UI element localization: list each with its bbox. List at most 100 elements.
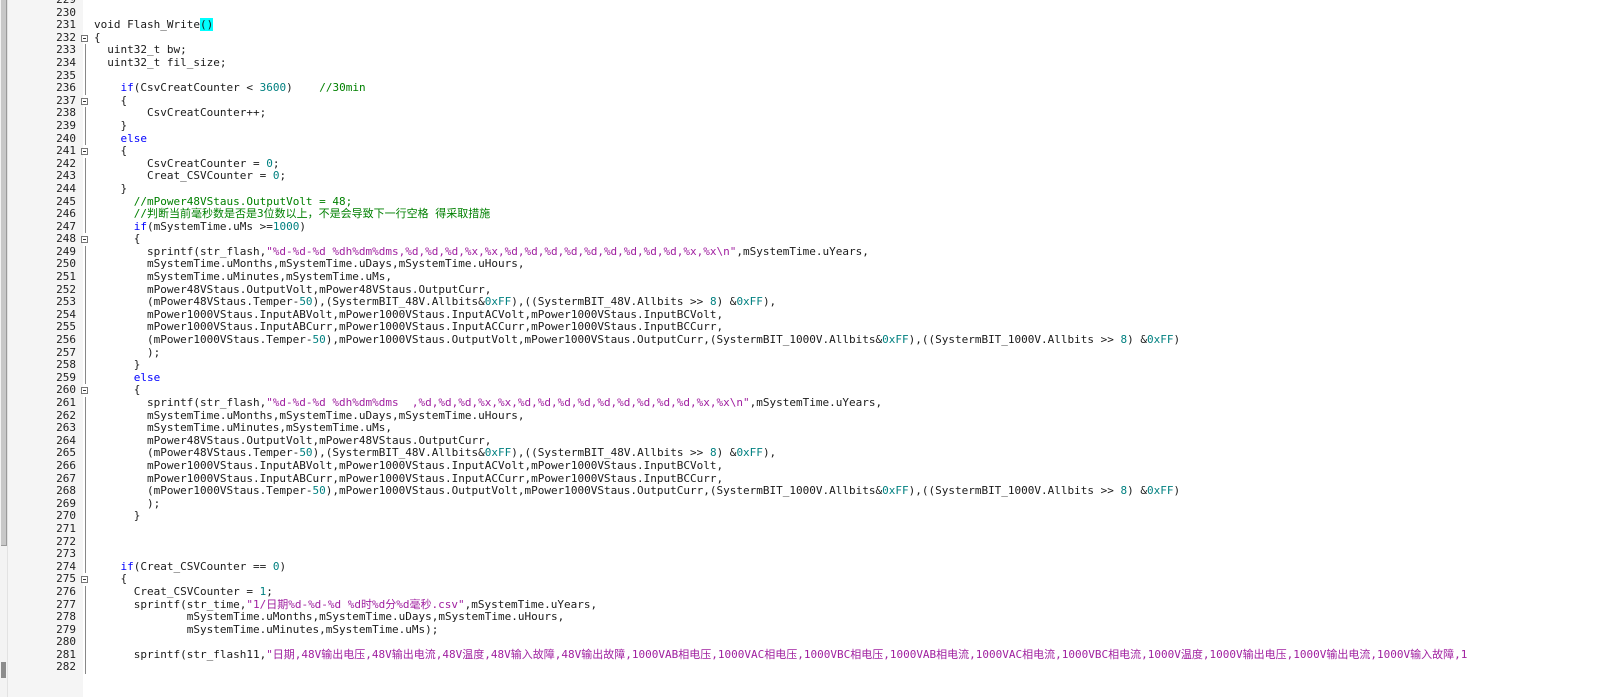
code-token: ; <box>272 156 280 170</box>
code-token: (mPower48VStaus.Temper- <box>94 295 300 309</box>
code-token: { <box>94 30 101 44</box>
code-token: ); <box>94 496 161 510</box>
code-line[interactable]: 229 <box>8 0 1614 7</box>
code-token: ) & <box>1127 333 1148 347</box>
code-line[interactable]: 268 (mPower1000VStaus.Temper-50),mPower1… <box>8 484 1614 498</box>
fold-guide-line <box>85 283 86 297</box>
code-line[interactable]: 281 sprintf(str_flash11,"日期,48V输出电压,48V输… <box>8 648 1614 662</box>
code-token: { <box>94 93 128 107</box>
code-line[interactable]: 274 if(Creat_CSVCounter == 0) <box>8 559 1614 574</box>
keyword-token: if <box>120 559 134 573</box>
fold-collapse-icon[interactable] <box>81 236 88 244</box>
line-number: 258 <box>56 358 76 372</box>
line-number: 268 <box>56 484 76 498</box>
code-text: (mPower1000VStaus.Temper-50),mPower1000V… <box>94 333 1180 347</box>
code-line[interactable]: 256 (mPower1000VStaus.Temper-50),mPower1… <box>8 333 1614 347</box>
fold-guide-line <box>85 447 86 460</box>
code-line[interactable]: 233 uint32_t bw; <box>8 44 1614 57</box>
code-token: ),((SystermBIT_1000V.Allbits >> <box>908 484 1121 498</box>
scrollbar-down-arrow[interactable] <box>1 662 6 678</box>
fold-guide-line <box>85 182 86 196</box>
code-token: sprintf(str_flash, <box>94 396 267 409</box>
fold-collapse-icon[interactable] <box>81 387 88 395</box>
code-token: CsvCreatCounter++; <box>94 106 267 120</box>
code-token: uint32_t bw; <box>94 43 187 57</box>
number-token: 1000 <box>272 219 300 233</box>
code-line[interactable]: 259 else <box>8 371 1614 385</box>
fold-guide-line <box>85 585 86 599</box>
code-token: mSystemTime.uMinutes,mSystemTime.uMs); <box>94 622 439 636</box>
code-token: void Flash_Write <box>94 18 200 32</box>
code-line[interactable]: 247 if(mSystemTime.uMs >=1000) <box>8 219 1614 234</box>
code-token: ; <box>279 169 287 183</box>
brace-match-highlight: () <box>199 18 214 32</box>
line-number: 246 <box>56 207 76 221</box>
code-token: ) <box>299 219 306 233</box>
line-number: 256 <box>56 333 76 347</box>
line-number: 273 <box>56 547 76 561</box>
code-token: } <box>94 358 141 372</box>
scrollbar-thumb[interactable] <box>1 0 7 546</box>
code-token: mPower1000VStaus.InputABVolt,mPower1000V… <box>94 458 724 472</box>
fold-collapse-icon[interactable] <box>81 97 88 105</box>
number-token: 8 <box>709 446 717 460</box>
code-token: ); <box>94 345 161 359</box>
code-token: ,mSystemTime.uYears, <box>736 244 869 258</box>
code-token: mSystemTime.uMonths,mSystemTime.uDays,mS… <box>94 610 565 624</box>
code-line[interactable]: 230 <box>8 6 1614 20</box>
comment-token: //30min <box>319 81 366 95</box>
fold-collapse-icon[interactable] <box>81 576 88 584</box>
fold-guide-line <box>85 472 86 486</box>
code-line[interactable]: 239 } <box>8 119 1614 133</box>
code-line[interactable]: 234 uint32_t fil_size; <box>8 55 1614 70</box>
code-token: mPower1000VStaus.InputABCurr,mPower1000V… <box>94 471 724 485</box>
string-token: "%d-%d-%d %dh%dm%dms ,%d,%d,%d,%x,%x,%d,… <box>266 396 750 409</box>
code-lines: 229230231 void Flash_Write()232{233 uint3… <box>8 0 1614 675</box>
code-line[interactable]: 271 <box>8 522 1614 536</box>
code-token: ) & <box>1127 484 1148 498</box>
fold-guide-line <box>85 334 86 347</box>
code-line[interactable]: 282 <box>8 661 1614 675</box>
number-token: 50 <box>312 484 326 498</box>
fold-guide-line <box>85 497 86 511</box>
code-line[interactable]: 238 CsvCreatCounter++; <box>8 107 1614 120</box>
code-line[interactable]: 269 ); <box>8 496 1614 511</box>
code-line[interactable]: 243 Creat_CSVCounter = 0; <box>8 170 1614 183</box>
fold-guide-line <box>85 409 86 423</box>
code-text: mSystemTime.uMinutes,mSystemTime.uMs); <box>94 622 439 637</box>
fold-guide-line <box>85 157 86 171</box>
line-number: 236 <box>56 81 76 95</box>
code-text: } <box>94 510 141 523</box>
fold-collapse-icon[interactable] <box>81 148 88 156</box>
fold-guide-line <box>85 510 86 523</box>
code-token: } <box>94 181 128 195</box>
fold-guide-line <box>85 56 86 70</box>
fold-collapse-icon[interactable] <box>81 34 88 42</box>
code-token: ),((SystermBIT_48V.Allbits >> <box>511 446 710 460</box>
code-line[interactable]: 279 mSystemTime.uMinutes,mSystemTime.uMs… <box>8 622 1614 637</box>
code-line[interactable]: 232{ <box>8 30 1614 45</box>
code-token: ),(SystermBIT_48V.Allbits& <box>312 295 485 309</box>
code-line[interactable]: 272 <box>8 535 1614 549</box>
vertical-scrollbar[interactable] <box>0 0 8 697</box>
line-number: 234 <box>56 55 76 69</box>
code-line[interactable]: 257 ); <box>8 345 1614 360</box>
fold-guide-line <box>85 271 86 284</box>
fold-guide-line <box>85 611 86 624</box>
code-token: CsvCreatCounter = <box>94 156 267 170</box>
line-number: 261 <box>56 396 76 409</box>
code-line[interactable]: 240 else <box>8 132 1614 146</box>
number-token: 0xFF <box>1147 484 1174 498</box>
code-line[interactable]: 236 if(CsvCreatCounter < 3600) //30min <box>8 81 1614 95</box>
number-token: 0xFF <box>736 295 763 309</box>
code-line[interactable]: 258 } <box>8 358 1614 372</box>
fold-guide-line <box>85 44 86 57</box>
code-token: Creat_CSVCounter = <box>94 584 260 598</box>
code-token: ) & <box>716 446 737 460</box>
code-line[interactable]: 270 } <box>8 510 1614 523</box>
code-line[interactable]: 231 void Flash_Write() <box>8 18 1614 32</box>
code-token: sprintf(str_flash, <box>94 244 267 258</box>
